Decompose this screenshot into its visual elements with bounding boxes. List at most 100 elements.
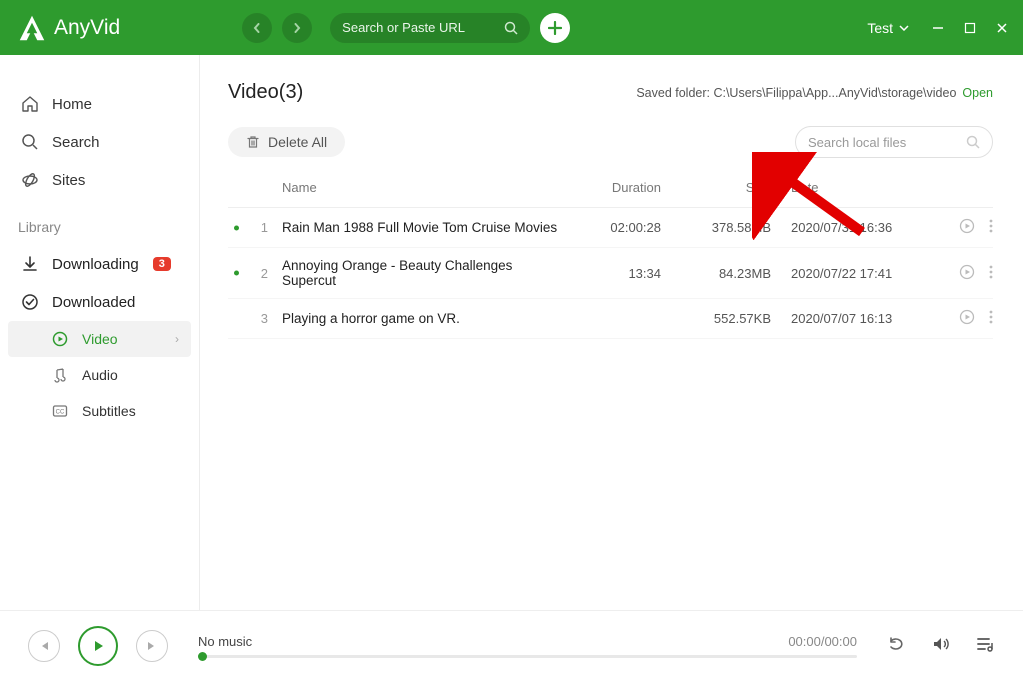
progress-bar[interactable] xyxy=(198,655,857,658)
video-table: Name Duration Size Date 1Rain Man 1988 F… xyxy=(228,168,993,339)
chevron-right-icon: › xyxy=(175,332,179,346)
col-name: Name xyxy=(282,180,563,195)
sidebar-item-label: Search xyxy=(52,134,100,151)
maximize-button[interactable] xyxy=(961,19,979,37)
download-icon xyxy=(20,254,40,274)
row-duration: 13:34 xyxy=(563,266,673,281)
volume-button[interactable] xyxy=(931,634,951,657)
account-label: Test xyxy=(867,20,893,36)
delete-all-button[interactable]: Delete All xyxy=(228,127,345,157)
sidebar-item-label: Sites xyxy=(52,172,85,189)
track-title: No music xyxy=(198,634,252,649)
sidebar-item-downloading[interactable]: Downloading 3 xyxy=(0,245,199,283)
row-date: 2020/07/31 16:36 xyxy=(783,220,933,235)
player-bar: No music 00:00/00:00 xyxy=(0,610,1023,680)
col-date: Date xyxy=(783,180,933,195)
logo-icon xyxy=(18,14,46,42)
row-index: 3 xyxy=(228,311,282,326)
svg-text:CC: CC xyxy=(56,410,65,416)
sidebar-item-label: Video xyxy=(82,331,118,347)
sidebar: Home Search Sites Library Downloading 3 … xyxy=(0,55,200,610)
sidebar-sub-video[interactable]: Video › xyxy=(8,321,191,357)
row-more-button[interactable] xyxy=(989,310,993,327)
col-duration: Duration xyxy=(563,180,673,195)
url-search-input[interactable] xyxy=(342,20,492,35)
row-more-button[interactable] xyxy=(989,219,993,236)
subtitles-icon: CC xyxy=(50,401,70,421)
track-area: No music 00:00/00:00 xyxy=(198,634,857,658)
sidebar-item-label: Audio xyxy=(82,367,118,383)
col-size: Size xyxy=(673,180,783,195)
row-size: 84.23MB xyxy=(673,266,783,281)
playlist-button[interactable] xyxy=(975,634,995,657)
plus-icon xyxy=(548,21,562,35)
table-row[interactable]: 3Playing a horror game on VR. 552.57KB202… xyxy=(228,299,993,339)
minimize-button[interactable] xyxy=(929,19,947,37)
sites-icon xyxy=(20,170,40,190)
sidebar-item-label: Subtitles xyxy=(82,403,136,419)
local-search-input[interactable] xyxy=(808,135,958,150)
saved-folder-path: Saved folder: C:\Users\Filippa\App...Any… xyxy=(636,86,956,100)
account-dropdown[interactable]: Test xyxy=(867,20,909,36)
sidebar-item-label: Downloaded xyxy=(52,294,135,311)
row-name: Annoying Orange - Beauty Challenges Supe… xyxy=(282,258,563,288)
sidebar-item-label: Downloading xyxy=(52,256,139,273)
chevron-left-icon xyxy=(252,23,262,33)
track-time: 00:00/00:00 xyxy=(788,634,857,649)
row-date: 2020/07/22 17:41 xyxy=(783,266,933,281)
check-icon xyxy=(20,292,40,312)
video-icon xyxy=(50,329,70,349)
search-icon[interactable] xyxy=(504,21,518,35)
chevron-right-icon xyxy=(292,23,302,33)
search-icon[interactable] xyxy=(966,135,980,149)
main-content: Video(3) Saved folder: C:\Users\Filippa\… xyxy=(200,55,1023,610)
row-play-button[interactable] xyxy=(959,218,975,237)
sidebar-item-search[interactable]: Search xyxy=(0,123,199,161)
app-logo: AnyVid xyxy=(18,14,120,42)
close-button[interactable] xyxy=(993,19,1011,37)
page-title: Video(3) xyxy=(228,81,303,104)
open-folder-link[interactable]: Open xyxy=(962,86,993,100)
audio-icon xyxy=(50,365,70,385)
downloading-badge: 3 xyxy=(153,257,171,271)
next-button[interactable] xyxy=(136,630,168,662)
sidebar-sub-subtitles[interactable]: CC Subtitles xyxy=(0,393,199,429)
repeat-button[interactable] xyxy=(887,634,907,657)
table-row[interactable]: 2Annoying Orange - Beauty Challenges Sup… xyxy=(228,248,993,299)
search-icon xyxy=(20,132,40,152)
row-size: 552.57KB xyxy=(673,311,783,326)
trash-icon xyxy=(246,135,260,149)
row-play-button[interactable] xyxy=(959,264,975,283)
row-more-button[interactable] xyxy=(989,265,993,282)
chevron-down-icon xyxy=(899,25,909,31)
table-header: Name Duration Size Date xyxy=(228,168,993,208)
row-play-button[interactable] xyxy=(959,309,975,328)
row-size: 378.58MB xyxy=(673,220,783,235)
back-button[interactable] xyxy=(242,13,272,43)
new-dot xyxy=(234,225,239,230)
add-button[interactable] xyxy=(540,13,570,43)
new-dot xyxy=(234,271,239,276)
saved-folder: Saved folder: C:\Users\Filippa\App...Any… xyxy=(636,86,993,100)
row-duration: 02:00:28 xyxy=(563,220,673,235)
prev-button[interactable] xyxy=(28,630,60,662)
row-index: 2 xyxy=(228,266,282,281)
url-search-box[interactable] xyxy=(330,13,530,43)
local-search-box[interactable] xyxy=(795,126,993,158)
row-name: Playing a horror game on VR. xyxy=(282,311,563,326)
app-name: AnyVid xyxy=(54,16,120,40)
row-index: 1 xyxy=(228,220,282,235)
sidebar-item-label: Home xyxy=(52,96,92,113)
sidebar-item-home[interactable]: Home xyxy=(0,85,199,123)
table-row[interactable]: 1Rain Man 1988 Full Movie Tom Cruise Mov… xyxy=(228,208,993,248)
sidebar-sub-audio[interactable]: Audio xyxy=(0,357,199,393)
sidebar-item-downloaded[interactable]: Downloaded xyxy=(0,283,199,321)
forward-button[interactable] xyxy=(282,13,312,43)
play-button[interactable] xyxy=(78,626,118,666)
row-date: 2020/07/07 16:13 xyxy=(783,311,933,326)
library-label: Library xyxy=(0,199,199,245)
titlebar: AnyVid Test xyxy=(0,0,1023,55)
row-name: Rain Man 1988 Full Movie Tom Cruise Movi… xyxy=(282,220,563,235)
sidebar-item-sites[interactable]: Sites xyxy=(0,161,199,199)
home-icon xyxy=(20,94,40,114)
